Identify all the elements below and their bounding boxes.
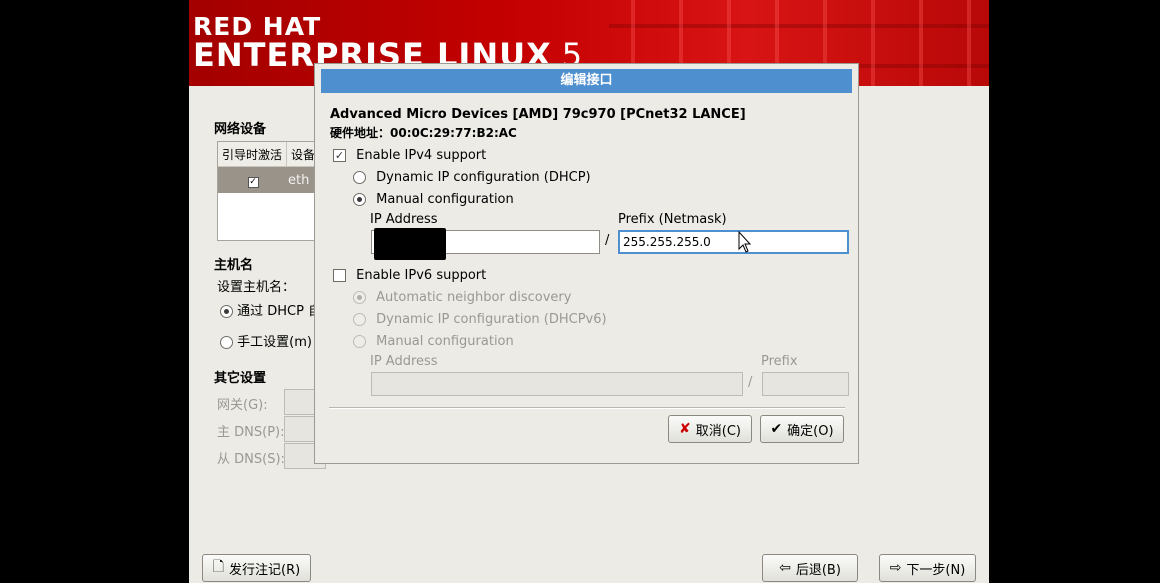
- ipv4-manual-radio[interactable]: Manual configuration: [353, 192, 514, 207]
- radio-icon: [353, 313, 366, 326]
- ipv6-manual-radio[interactable]: Manual configuration: [353, 334, 514, 349]
- ipv6-dhcp-label: Dynamic IP configuration (DHCPv6): [376, 312, 607, 327]
- ipv4-ip-label: IP Address: [370, 212, 438, 227]
- ipv4-dhcp-label: Dynamic IP configuration (DHCP): [376, 170, 591, 185]
- ipv6-manual-label: Manual configuration: [376, 334, 514, 349]
- mouse-cursor-icon: [738, 231, 752, 253]
- checkbox-unchecked-icon: [333, 269, 346, 282]
- next-label: 下一步(N): [906, 562, 966, 578]
- set-hostname-label: 设置主机名：: [217, 280, 296, 295]
- radio-selected-icon: [353, 193, 366, 206]
- arrow-right-icon: ⇨: [889, 560, 902, 576]
- hw-address: 硬件地址：00:0C:29:77:B2:AC: [330, 126, 517, 140]
- ipv4-dhcp-radio[interactable]: Dynamic IP configuration (DHCP): [353, 170, 591, 185]
- radio-selected-icon: [353, 291, 366, 304]
- ok-check-icon: ✔: [770, 421, 783, 437]
- enable-ipv6-label: Enable IPv6 support: [356, 268, 487, 283]
- cancel-button[interactable]: ✘ 取消(C): [668, 415, 752, 443]
- ipv6-auto-radio[interactable]: Automatic neighbor discovery: [353, 290, 571, 305]
- table-row[interactable]: ✓ eth: [218, 167, 318, 193]
- radio-icon: [353, 171, 366, 184]
- back-button[interactable]: ⇦ 后退(B): [762, 554, 858, 582]
- network-devices-label: 网络设备: [214, 122, 267, 137]
- arrow-left-icon: ⇦: [779, 560, 791, 576]
- ipv6-ip-field[interactable]: [371, 372, 743, 396]
- checkbox-checked-icon: ✓: [333, 149, 346, 162]
- ipv6-ip-label: IP Address: [370, 354, 438, 369]
- back-label: 后退(B): [795, 562, 841, 578]
- next-button[interactable]: ⇨ 下一步(N): [879, 554, 976, 582]
- enable-ipv4-label: Enable IPv4 support: [356, 148, 487, 163]
- device-table: 引导时激活 设备 ✓ eth: [217, 141, 319, 241]
- cancel-label: 取消(C): [695, 423, 741, 439]
- radio-icon: [353, 335, 366, 348]
- hostname-label: 主机名: [214, 258, 254, 273]
- ipv4-prefix-label: Prefix (Netmask): [618, 212, 727, 227]
- release-notes-label: 发行注记(R): [229, 562, 301, 578]
- device-cell: eth: [288, 172, 310, 188]
- device-name: Advanced Micro Devices [AMD] 79c970 [PCn…: [330, 107, 746, 122]
- hostname-dhcp-label: 通过 DHCP 自: [237, 304, 322, 319]
- ipv4-slash: /: [605, 233, 610, 248]
- ok-label: 确定(O): [787, 423, 834, 439]
- ipv6-dhcp-radio[interactable]: Dynamic IP configuration (DHCPv6): [353, 312, 607, 327]
- enable-ipv4-checkbox[interactable]: ✓ Enable IPv4 support: [333, 148, 486, 163]
- hostname-manual-label: 手工设置(m): [237, 335, 312, 350]
- document-icon: 🗋: [212, 559, 225, 575]
- ok-button[interactable]: ✔ 确定(O): [760, 415, 844, 443]
- enable-ipv6-checkbox[interactable]: Enable IPv6 support: [333, 268, 486, 283]
- redaction-mark: [374, 228, 446, 260]
- device-table-header: 引导时激活 设备: [218, 142, 318, 167]
- ipv4-prefix-field[interactable]: 255.255.255.0: [618, 230, 849, 254]
- ipv6-auto-label: Automatic neighbor discovery: [376, 290, 572, 305]
- secondary-dns-label: 从 DNS(S):: [217, 452, 285, 467]
- ipv6-prefix-field[interactable]: [762, 372, 849, 396]
- hostname-manual-option[interactable]: 手工设置(m): [220, 331, 312, 350]
- ipv4-ip-field[interactable]: [371, 228, 600, 260]
- release-notes-button[interactable]: 🗋 发行注记(R): [202, 554, 311, 582]
- cancel-x-icon: ✘: [679, 421, 691, 437]
- col-onboot[interactable]: 引导时激活: [218, 142, 288, 166]
- onboot-checkbox[interactable]: ✓: [247, 176, 259, 188]
- hostname-dhcp-option[interactable]: 通过 DHCP 自: [220, 300, 321, 319]
- gateway-label: 网关(G):: [217, 398, 268, 413]
- edit-interface-dialog: 编辑接口 Advanced Micro Devices [AMD] 79c970…: [314, 63, 859, 464]
- ipv6-prefix-label: Prefix: [761, 354, 798, 369]
- other-settings-label: 其它设置: [214, 371, 267, 386]
- radio-icon: [220, 336, 233, 349]
- ipv6-slash: /: [748, 375, 753, 390]
- ipv4-manual-label: Manual configuration: [376, 192, 514, 207]
- primary-dns-label: 主 DNS(P):: [217, 425, 285, 440]
- dialog-separator: [329, 407, 845, 409]
- radio-icon: [220, 305, 233, 318]
